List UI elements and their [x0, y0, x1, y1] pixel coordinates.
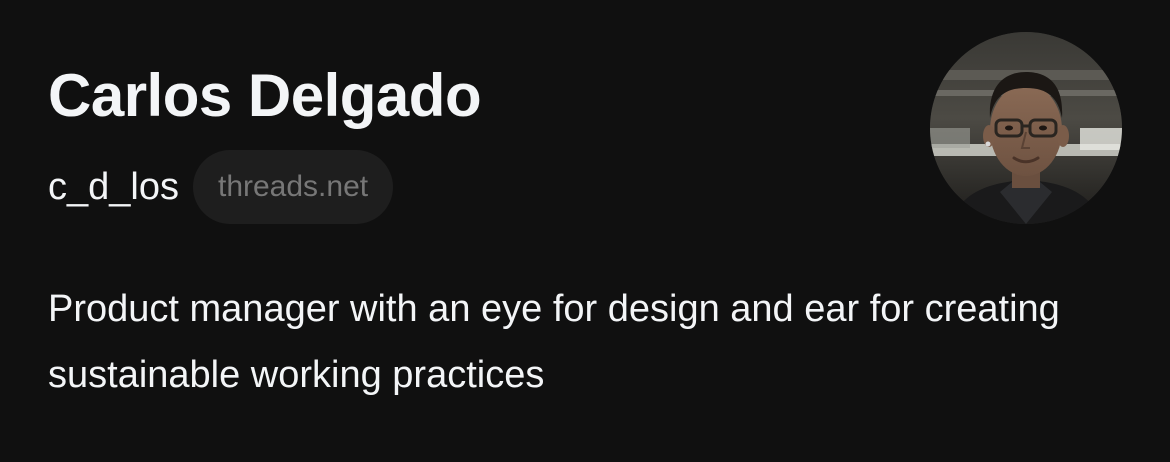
profile-header: Carlos Delgado c_d_los threads.net Produ… — [0, 0, 1170, 462]
username: c_d_los — [48, 166, 179, 208]
threads-domain-badge[interactable]: threads.net — [192, 150, 394, 224]
avatar[interactable] — [930, 32, 1122, 224]
profile-bio: Product manager with an eye for design a… — [48, 288, 1060, 396]
display-name: Carlos Delgado — [48, 62, 482, 129]
profile-photo-avatar-icon — [930, 32, 1122, 224]
handle-row: c_d_los threads.net — [48, 150, 394, 224]
